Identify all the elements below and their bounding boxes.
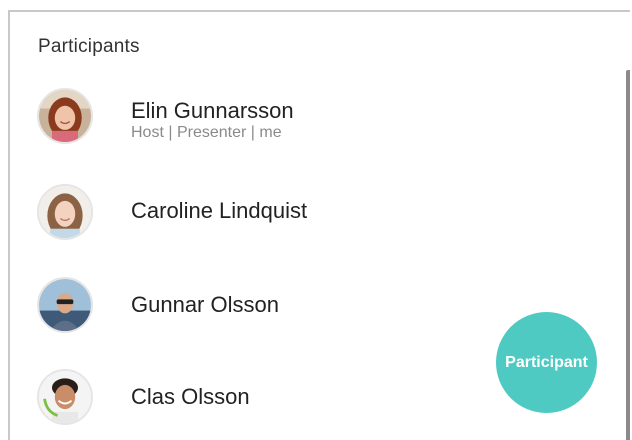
participant-name: Gunnar Olsson [131, 292, 279, 317]
participant-name: Elin Gunnarsson [131, 98, 294, 123]
participant-row[interactable]: Elin Gunnarsson Host | Presenter | me [10, 80, 610, 172]
avatar-caroline-icon [39, 186, 91, 238]
avatar [37, 88, 93, 144]
avatar [37, 184, 93, 240]
avatar-elin-icon [39, 90, 91, 142]
panel-title: Participants [38, 36, 140, 57]
participant-fab-button[interactable]: Participant [496, 312, 597, 413]
list-scrollbar[interactable] [626, 70, 630, 440]
participant-roles: Host | Presenter | me [131, 124, 282, 141]
avatar-gunnar-icon [39, 279, 91, 331]
avatar [37, 277, 93, 333]
participant-name: Caroline Lindquist [131, 198, 308, 223]
participant-name: Clas Olsson [131, 384, 250, 409]
participant-row[interactable]: Caroline Lindquist [10, 172, 610, 264]
avatar-clas-icon [39, 371, 91, 423]
avatar [37, 369, 93, 425]
